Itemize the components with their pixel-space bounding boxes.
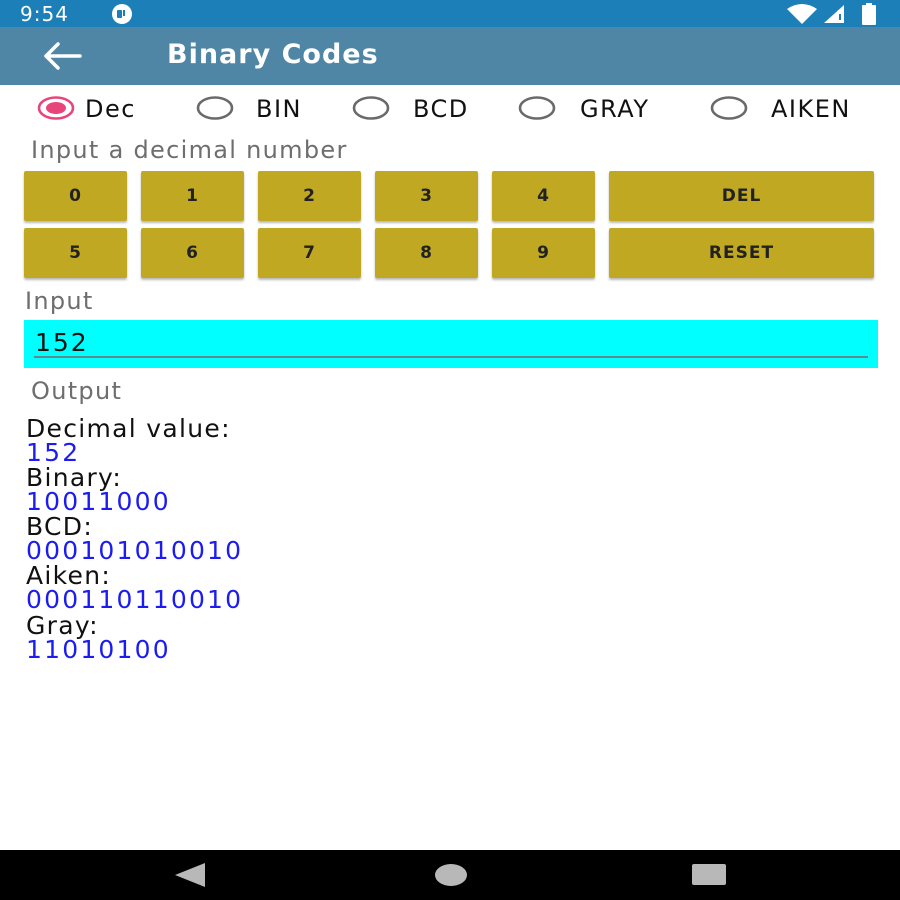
gray-value: 11010100 [26,635,171,664]
battery-icon [862,3,876,25]
key-1-button[interactable]: 1 [141,171,244,221]
radio-aiken-label: AIKEN [771,95,851,123]
key-2-button[interactable]: 2 [258,171,361,221]
key-3-button[interactable]: 3 [375,171,478,221]
key-0-button[interactable]: 0 [24,171,127,221]
radio-bcd-label: BCD [413,95,469,123]
radio-gray-label: GRAY [580,95,650,123]
key-8-button[interactable]: 8 [375,228,478,278]
status-time: 9:54 [20,2,69,26]
mode-radio-group: Dec BIN BCD GRAY AIKEN [0,92,900,126]
input-hint: Input a decimal number [31,136,348,164]
radio-unchecked-icon [710,96,748,120]
key-9-button[interactable]: 9 [492,228,595,278]
page-title: Binary Codes [167,39,379,70]
status-bar: 9:54 [0,0,900,27]
key-4-button[interactable]: 4 [492,171,595,221]
input-field[interactable]: 152 [24,320,878,368]
home-circle-icon[interactable] [433,862,469,888]
key-7-button[interactable]: 7 [258,228,361,278]
wifi-icon [787,4,817,24]
aiken-value: 000110110010 [26,585,244,614]
radio-unchecked-icon [196,96,234,120]
navigation-bar [0,850,900,900]
arrow-back-icon [44,42,82,70]
radio-checked-icon [37,96,75,120]
output-label: Output [31,377,123,405]
key-6-button[interactable]: 6 [141,228,244,278]
back-button[interactable] [40,39,86,73]
radio-bin-label: BIN [256,95,302,123]
back-triangle-icon[interactable] [173,862,207,888]
reset-button[interactable]: RESET [609,228,874,278]
recents-square-icon[interactable] [690,862,728,888]
radio-unchecked-icon [518,96,556,120]
del-button[interactable]: DEL [609,171,874,221]
app-bar: Binary Codes [0,27,900,85]
radio-unchecked-icon [352,96,390,120]
input-value: 152 [35,328,89,357]
radio-dec-label: Dec [85,95,136,123]
input-underline [34,356,868,358]
cell-signal-icon [824,5,844,23]
app-notification-icon [112,4,132,24]
input-label: Input [25,287,94,315]
key-5-button[interactable]: 5 [24,228,127,278]
